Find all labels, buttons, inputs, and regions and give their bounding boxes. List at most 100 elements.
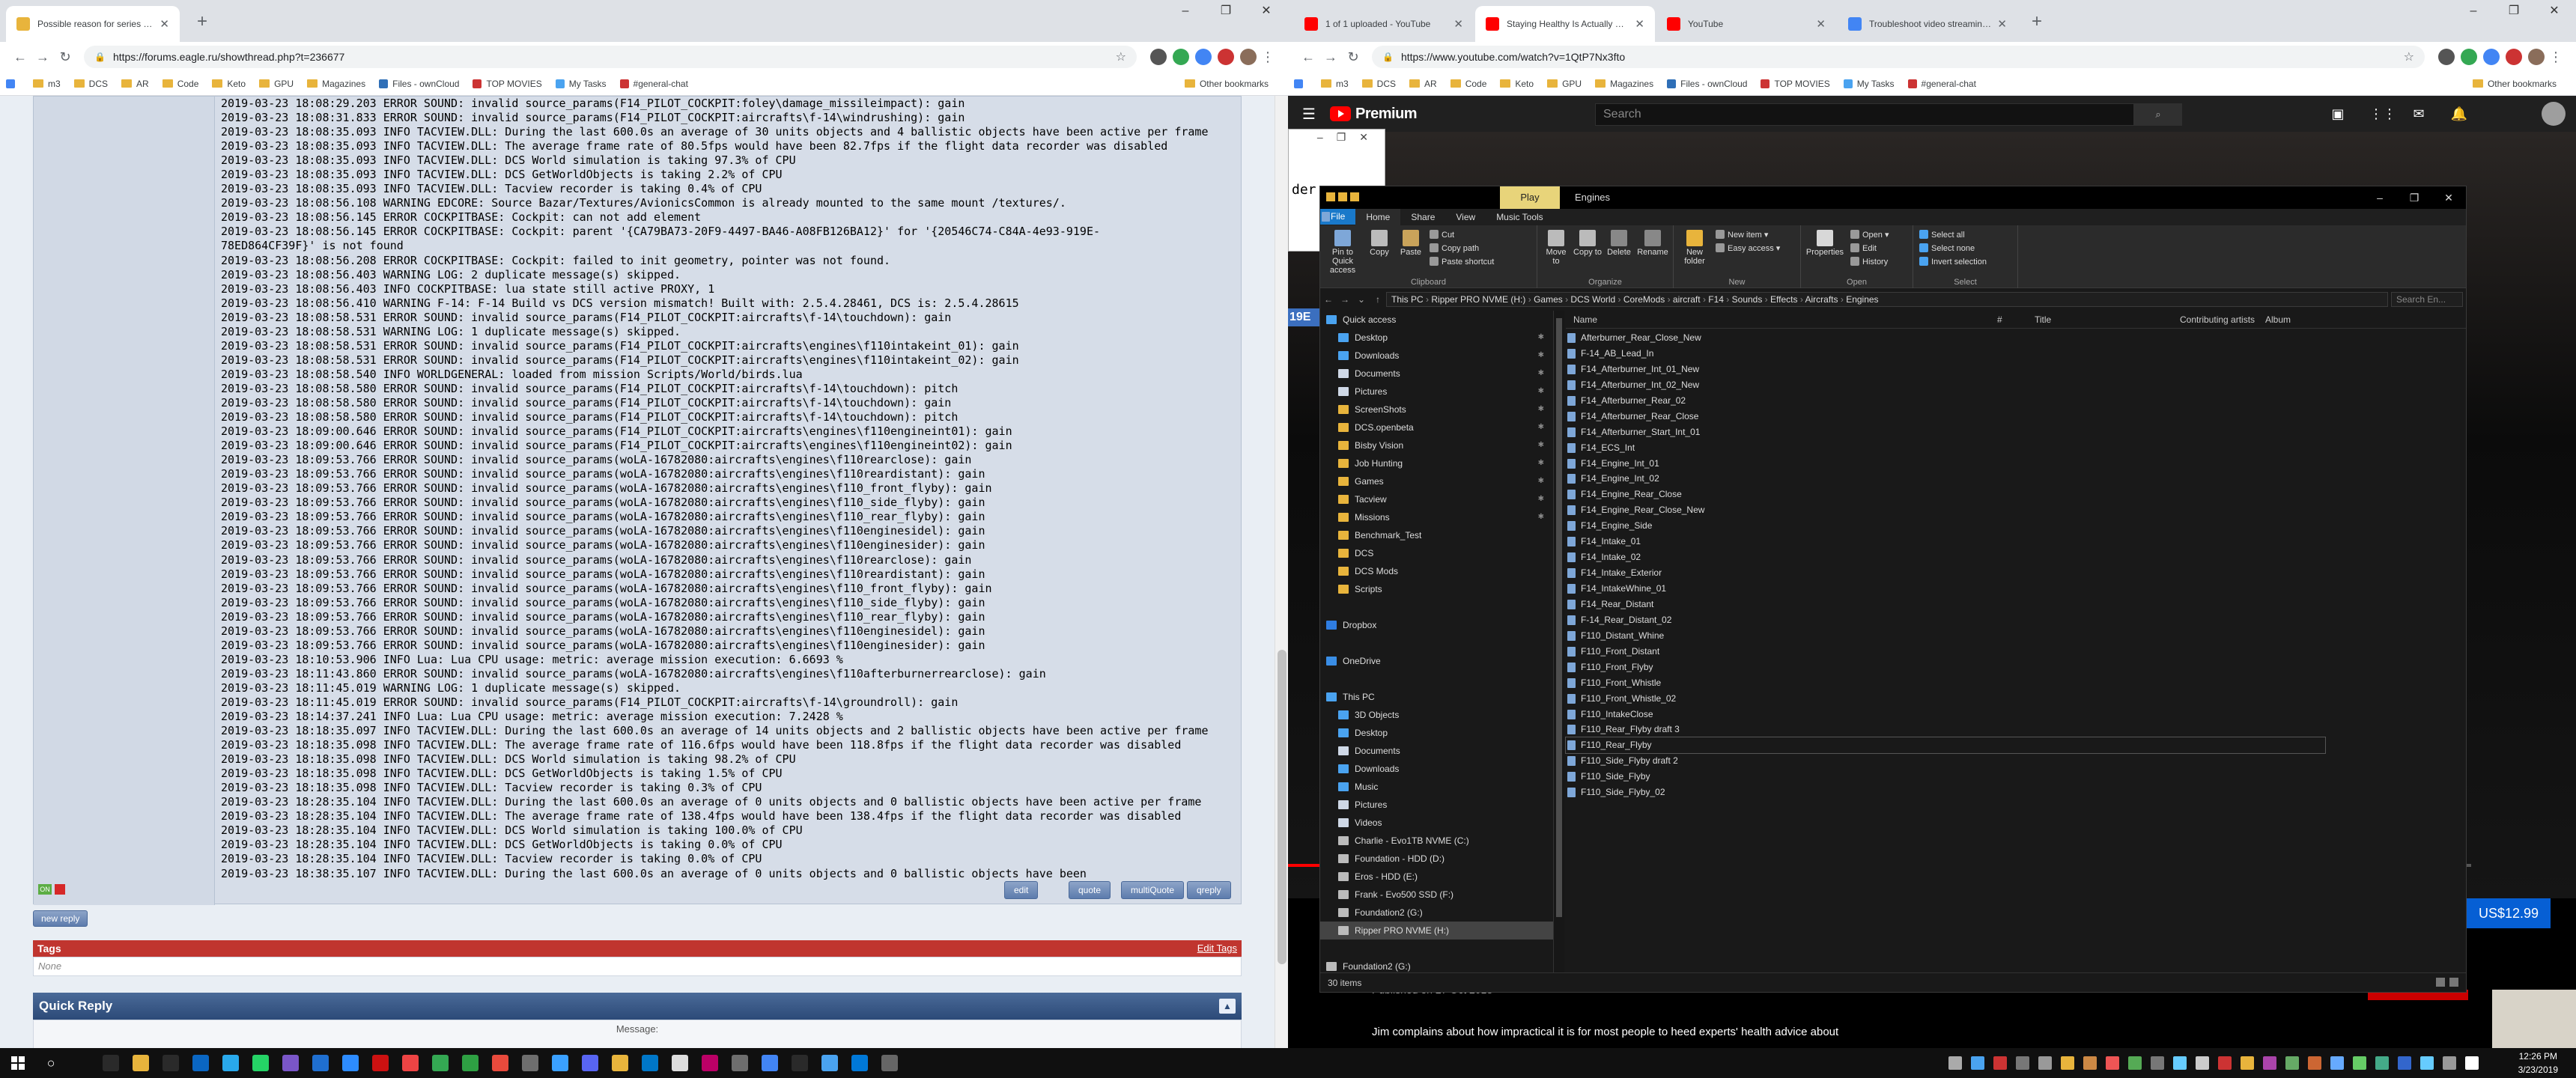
delete-button[interactable]: Delete — [1605, 230, 1633, 257]
extension-icon[interactable] — [1173, 49, 1189, 65]
file-row[interactable]: Afterburner_Rear_Close_New — [1566, 330, 2466, 346]
address-bar[interactable]: 🔒 https://www.youtube.com/watch?v=1QtP7N… — [1372, 46, 2425, 68]
bookmark-folder[interactable]: m3 — [1321, 79, 1349, 89]
taskbar-app-icon[interactable] — [186, 1048, 216, 1078]
profile-avatar[interactable] — [2528, 49, 2545, 65]
bookmark-folder[interactable]: DCS — [73, 79, 108, 89]
extension-icon[interactable] — [1195, 49, 1212, 65]
view-toggle[interactable] — [2436, 978, 2458, 987]
tray-icon[interactable] — [2241, 1056, 2254, 1070]
edit-tags-link[interactable]: Edit Tags — [1197, 940, 1237, 957]
tab-home[interactable]: Home — [1355, 209, 1401, 225]
tray-icon[interactable] — [2038, 1056, 2052, 1070]
forward-icon[interactable]: → — [31, 46, 54, 68]
tab-youtube-video[interactable]: Staying Healthy Is Actually Killing ✕ — [1475, 6, 1655, 42]
nav-item[interactable]: ScreenShots ✱ — [1320, 401, 1553, 418]
file-row[interactable]: F110_Distant_Whine — [1566, 628, 2466, 644]
explorer-breadcrumb[interactable]: This PC › Ripper PRO NVME (H:) › Games ›… — [1386, 292, 2388, 307]
recommended-thumbnail[interactable] — [2492, 990, 2576, 1048]
close-tab-icon[interactable]: ✕ — [1816, 17, 1826, 31]
nav-item[interactable]: Desktop — [1320, 724, 1553, 742]
nav-item[interactable]: Benchmark_Test — [1320, 526, 1553, 544]
nav-item[interactable]: Frank - Evo500 SSD (F:) — [1320, 886, 1553, 904]
apps-grid-icon[interactable]: ⋮⋮ — [2369, 105, 2396, 123]
bookmark-folder[interactable]: Keto — [1500, 79, 1534, 89]
close-window-button[interactable]: ✕ — [1246, 0, 1287, 24]
taskbar-app-icon[interactable] — [845, 1048, 875, 1078]
tray-icon[interactable] — [2263, 1056, 2276, 1070]
nav-item[interactable]: Desktop ✱ — [1320, 329, 1553, 347]
file-row[interactable]: F14_Afterburner_Int_01_New — [1566, 362, 2466, 377]
tab-file[interactable]: File — [1320, 209, 1356, 225]
paste-shortcut-button[interactable]: Paste shortcut — [1430, 257, 1494, 267]
file-row[interactable]: F110_Side_Flyby draft 2 — [1566, 753, 2466, 769]
tray-icon[interactable] — [2218, 1056, 2232, 1070]
details-view-icon[interactable] — [2436, 978, 2445, 987]
tray-icon[interactable] — [2285, 1056, 2299, 1070]
scrollbar-thumb[interactable] — [1556, 318, 1562, 917]
tray-icon[interactable] — [2375, 1056, 2389, 1070]
new-tab-button[interactable]: + — [190, 10, 214, 34]
bookmark-link[interactable]: My Tasks — [555, 79, 607, 89]
nav-item[interactable]: Tacview ✱ — [1320, 490, 1553, 508]
tray-icon[interactable] — [2106, 1056, 2119, 1070]
nav-item[interactable]: OneDrive — [1320, 652, 1553, 670]
tray-icon[interactable] — [2465, 1056, 2479, 1070]
file-row[interactable]: F14_Intake_02 — [1566, 549, 2466, 565]
back-icon[interactable]: ← — [1297, 46, 1319, 68]
column-contributing-artists[interactable]: Contributing artists — [2180, 311, 2255, 329]
maximize-button[interactable]: ❐ — [1206, 0, 1246, 24]
paste-button[interactable]: Paste — [1397, 230, 1425, 257]
bookmark-folder[interactable]: Magazines — [1595, 79, 1653, 89]
bookmark-folder[interactable]: AR — [121, 79, 149, 89]
file-row[interactable]: F-14_Rear_Distant_02 — [1566, 612, 2466, 628]
nav-item[interactable]: Charlie - Evo1TB NVME (C:) — [1320, 832, 1553, 850]
tray-icon[interactable] — [2330, 1056, 2344, 1070]
large-icons-view-icon[interactable] — [2449, 978, 2458, 987]
bookmark-link[interactable]: My Tasks — [1843, 79, 1895, 89]
copy-to-button[interactable]: Copy to — [1573, 230, 1602, 257]
file-row[interactable]: F110_Front_Flyby — [1566, 660, 2466, 675]
taskbar-app-icon[interactable] — [425, 1048, 455, 1078]
breadcrumb-segment[interactable]: Aircrafts — [1805, 294, 1838, 305]
history-button[interactable]: History — [1850, 257, 1888, 267]
taskbar-app-icon[interactable] — [485, 1048, 515, 1078]
taskbar-app-icon[interactable] — [455, 1048, 485, 1078]
close-tab-icon[interactable]: ✕ — [1997, 17, 2007, 31]
reload-icon[interactable]: ↻ — [54, 46, 76, 68]
collapse-icon[interactable]: ▲ — [1219, 999, 1236, 1014]
bookmark-folder[interactable]: DCS — [1361, 79, 1396, 89]
nav-item[interactable]: Documents ✱ — [1320, 365, 1553, 383]
recent-locations-icon[interactable]: ⌄ — [1353, 294, 1370, 305]
breadcrumb-segment[interactable]: Games — [1534, 294, 1563, 305]
file-row[interactable]: F110_IntakeClose — [1566, 707, 2466, 722]
forward-icon[interactable]: → — [1319, 46, 1342, 68]
bookmark-folder[interactable]: GPU — [259, 79, 294, 89]
file-row[interactable]: F14_Intake_Exterior — [1566, 565, 2466, 581]
easy-access-button[interactable]: Easy access ▾ — [1716, 243, 1780, 253]
extension-icon[interactable] — [1150, 49, 1167, 65]
pin-quick-access-button[interactable]: Pin to Quick access — [1323, 230, 1362, 275]
breadcrumb-segment[interactable]: aircraft — [1673, 294, 1701, 305]
nav-item[interactable]: Dropbox — [1320, 616, 1553, 634]
close-window-button[interactable]: ✕ — [2534, 0, 2575, 24]
close-tab-icon[interactable]: ✕ — [1453, 17, 1463, 31]
breadcrumb-segment[interactable]: Effects — [1770, 294, 1797, 305]
nav-item[interactable]: Job Hunting ✱ — [1320, 454, 1553, 472]
quick-access-toolbar[interactable] — [1326, 192, 1371, 203]
youtube-search-input[interactable]: Search — [1595, 103, 2134, 126]
file-row[interactable]: F110_Rear_Flyby — [1565, 737, 2326, 755]
properties-button[interactable]: Properties — [1804, 230, 1846, 257]
file-row[interactable]: F14_Rear_Distant — [1566, 597, 2466, 612]
quote-button[interactable]: quote — [1069, 881, 1111, 899]
tray-icon[interactable] — [2061, 1056, 2074, 1070]
bookmark-apps[interactable] — [6, 79, 19, 88]
bookmark-apps[interactable] — [1294, 79, 1307, 88]
file-row[interactable]: F14_Afterburner_Start_Int_01 — [1566, 424, 2466, 440]
minimize-button[interactable]: – — [2363, 186, 2397, 209]
menu-icon[interactable]: ⋮ — [2545, 46, 2567, 68]
move-to-button[interactable]: Move to — [1542, 230, 1570, 266]
bookmark-folder[interactable]: m3 — [33, 79, 61, 89]
new-tab-button[interactable]: + — [2025, 10, 2049, 34]
nav-item[interactable]: Downloads — [1320, 760, 1553, 778]
